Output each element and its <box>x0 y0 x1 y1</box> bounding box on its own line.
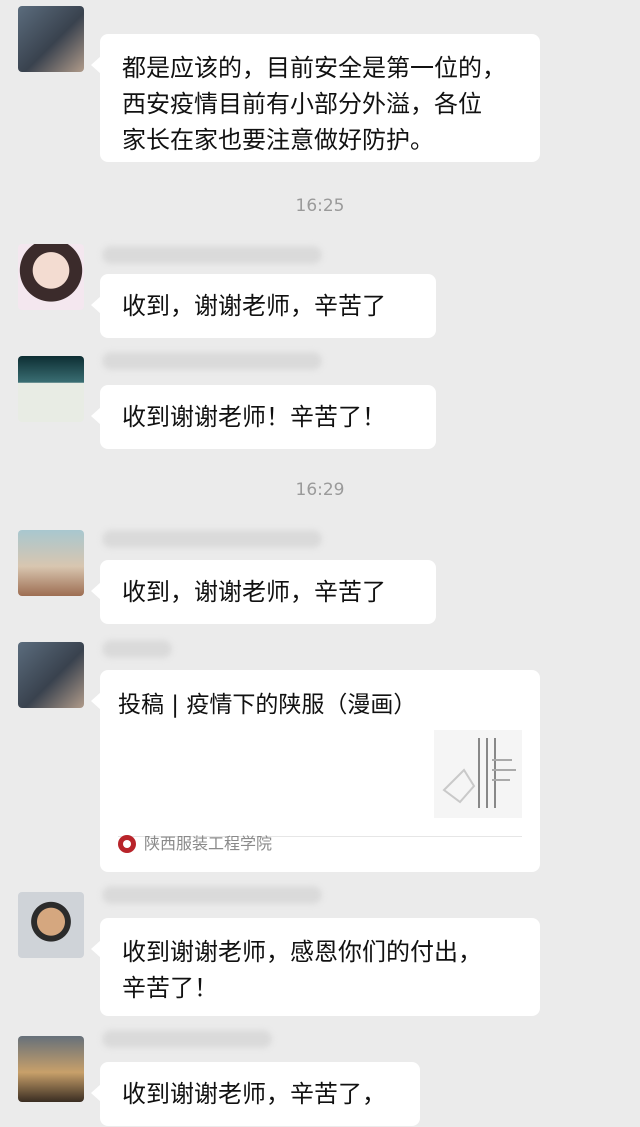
message-bubble[interactable]: 收到，谢谢老师，辛苦了 <box>91 560 436 624</box>
avatar[interactable] <box>18 6 84 72</box>
source-name: 陕西服装工程学院 <box>144 834 273 853</box>
card-source[interactable]: 陕西服装工程学院 <box>118 826 272 862</box>
sender-name <box>102 640 172 658</box>
source-logo-icon <box>118 835 136 853</box>
avatar[interactable] <box>18 892 84 958</box>
timestamp: 16:29 <box>295 480 345 500</box>
sender-name <box>102 352 322 370</box>
message-bubble[interactable]: 收到谢谢老师，辛苦了， <box>91 1062 420 1126</box>
shared-article-card[interactable]: 投稿 | 疫情下的陕服（漫画） 陕西服装工程学院 <box>91 670 540 872</box>
message-bubble[interactable]: 收到谢谢老师，感恩你们的付出， 辛苦了！ <box>91 918 540 1016</box>
sender-name <box>102 530 322 548</box>
message-bubble[interactable]: 收到谢谢老师！辛苦了！ <box>91 385 436 449</box>
avatar[interactable] <box>18 356 84 422</box>
shared-article-title[interactable]: 投稿 | 疫情下的陕服（漫画） <box>118 688 522 722</box>
avatar[interactable] <box>18 530 84 596</box>
sender-name <box>102 886 322 904</box>
shared-article-thumbnail[interactable] <box>434 730 522 818</box>
sender-name <box>102 246 322 264</box>
timestamp: 16:25 <box>295 196 345 216</box>
avatar[interactable] <box>18 642 84 708</box>
avatar[interactable] <box>18 244 84 310</box>
sender-name <box>102 1030 272 1048</box>
message-bubble[interactable]: 收到，谢谢老师，辛苦了 <box>91 274 436 338</box>
thumbnail-sketch-image <box>434 730 522 818</box>
avatar[interactable] <box>18 1036 84 1102</box>
message-bubble[interactable]: 都是应该的，目前安全是第一位的， 西安疫情目前有小部分外溢，各位 家长在家也要注… <box>91 34 540 162</box>
